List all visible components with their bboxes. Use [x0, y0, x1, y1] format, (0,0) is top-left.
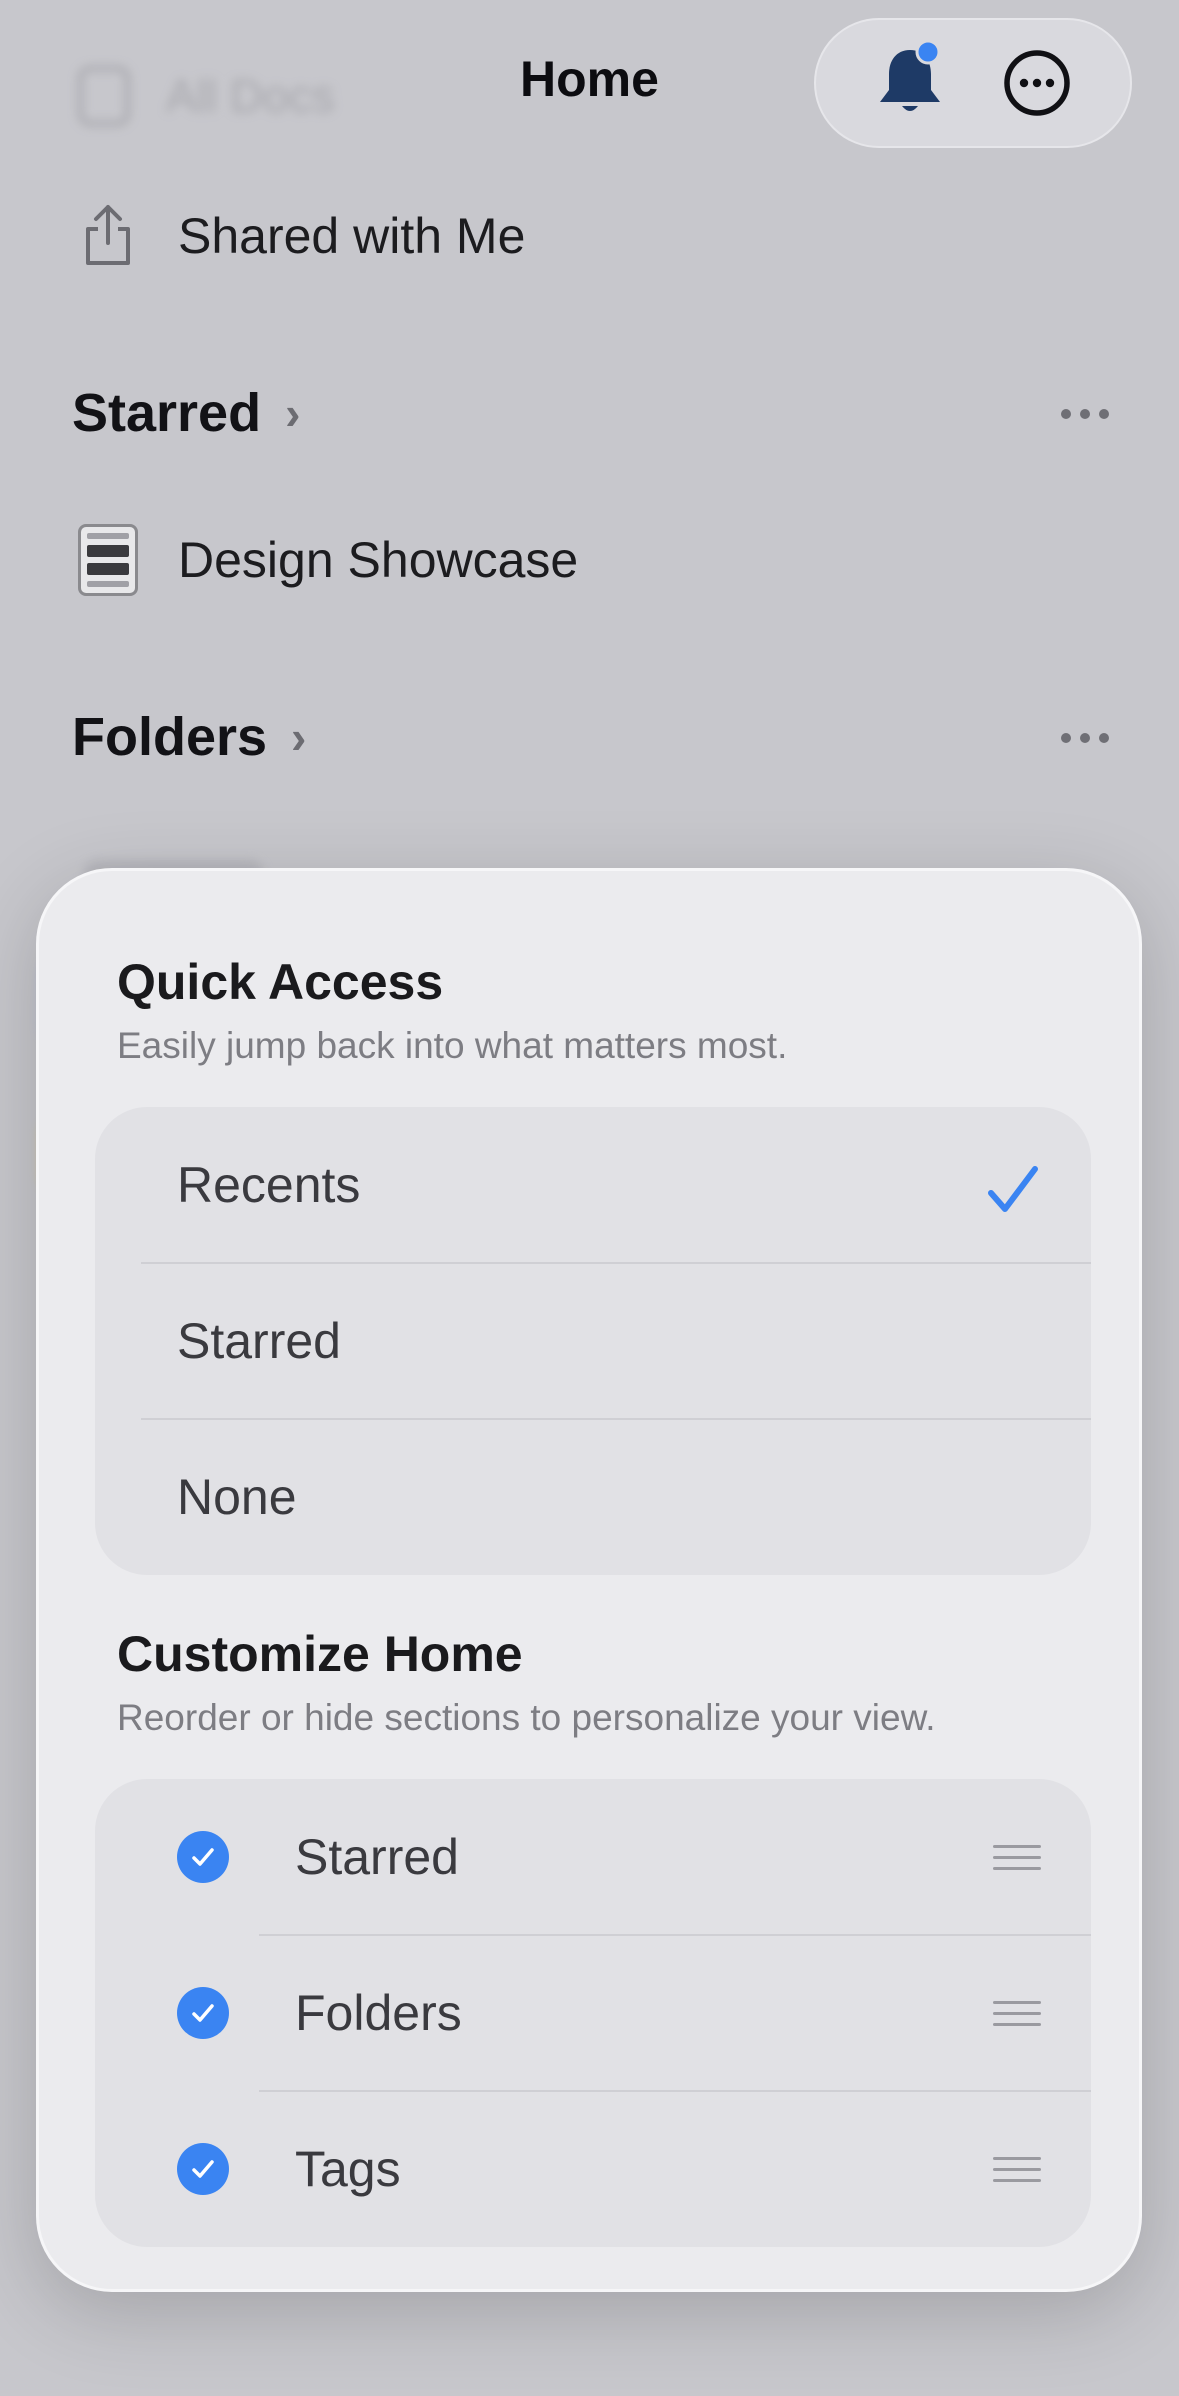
checkbox-checked-icon[interactable]	[177, 1987, 229, 2039]
folders-more-icon[interactable]	[1061, 733, 1109, 743]
checkbox-checked-icon[interactable]	[177, 1831, 229, 1883]
bell-icon[interactable]	[865, 38, 955, 128]
option-label: Starred	[177, 1313, 341, 1369]
drag-handle-icon[interactable]	[993, 2156, 1041, 2182]
chevron-right-icon: ›	[285, 387, 301, 439]
option-label: None	[177, 1469, 297, 1525]
starred-section-header[interactable]: Starred ›	[72, 382, 300, 444]
starred-section-title: Starred	[72, 383, 262, 443]
starred-more-icon[interactable]	[1061, 409, 1109, 419]
section-row-tags[interactable]: Tags	[95, 2091, 1091, 2247]
drag-handle-icon[interactable]	[993, 1844, 1041, 1870]
nav-actions	[814, 18, 1132, 148]
share-icon	[78, 200, 138, 272]
option-starred[interactable]: Starred	[95, 1263, 1091, 1419]
quick-access-options: Recents Starred None	[95, 1107, 1091, 1575]
section-label: Folders	[295, 1985, 462, 2041]
document-thumbnail-icon	[78, 524, 138, 596]
folders-section-title: Folders	[72, 707, 268, 767]
home-screen: All Docs Home Shared with Me Starred › D…	[0, 0, 1179, 2396]
ellipsis-circle-icon[interactable]	[992, 38, 1082, 128]
customize-sheet: Quick Access Easily jump back into what …	[36, 868, 1142, 2292]
chevron-right-icon: ›	[291, 711, 307, 763]
starred-doc-label: Design Showcase	[178, 532, 579, 588]
checkbox-checked-icon[interactable]	[177, 2143, 229, 2195]
customize-home-subtitle: Reorder or hide sections to personalize …	[117, 1697, 936, 1738]
option-none[interactable]: None	[95, 1419, 1091, 1575]
section-row-folders[interactable]: Folders	[95, 1935, 1091, 2091]
option-label: Recents	[177, 1157, 361, 1213]
customize-sections-list: Starred Folders Tags	[95, 1779, 1091, 2247]
shared-with-me-label: Shared with Me	[178, 208, 526, 264]
customize-home-title: Customize Home	[117, 1626, 523, 1682]
folders-section-header[interactable]: Folders ›	[72, 706, 306, 768]
drag-handle-icon[interactable]	[993, 2000, 1041, 2026]
option-recents[interactable]: Recents	[95, 1107, 1091, 1263]
section-label: Tags	[295, 2141, 401, 2197]
section-label: Starred	[295, 1829, 459, 1885]
quick-access-title: Quick Access	[117, 954, 444, 1010]
shared-with-me-row[interactable]: Shared with Me	[78, 200, 525, 272]
quick-access-subtitle: Easily jump back into what matters most.	[117, 1025, 788, 1066]
checkmark-icon	[988, 1166, 1038, 1212]
starred-doc-row[interactable]: Design Showcase	[78, 524, 578, 596]
section-row-starred[interactable]: Starred	[95, 1779, 1091, 1935]
